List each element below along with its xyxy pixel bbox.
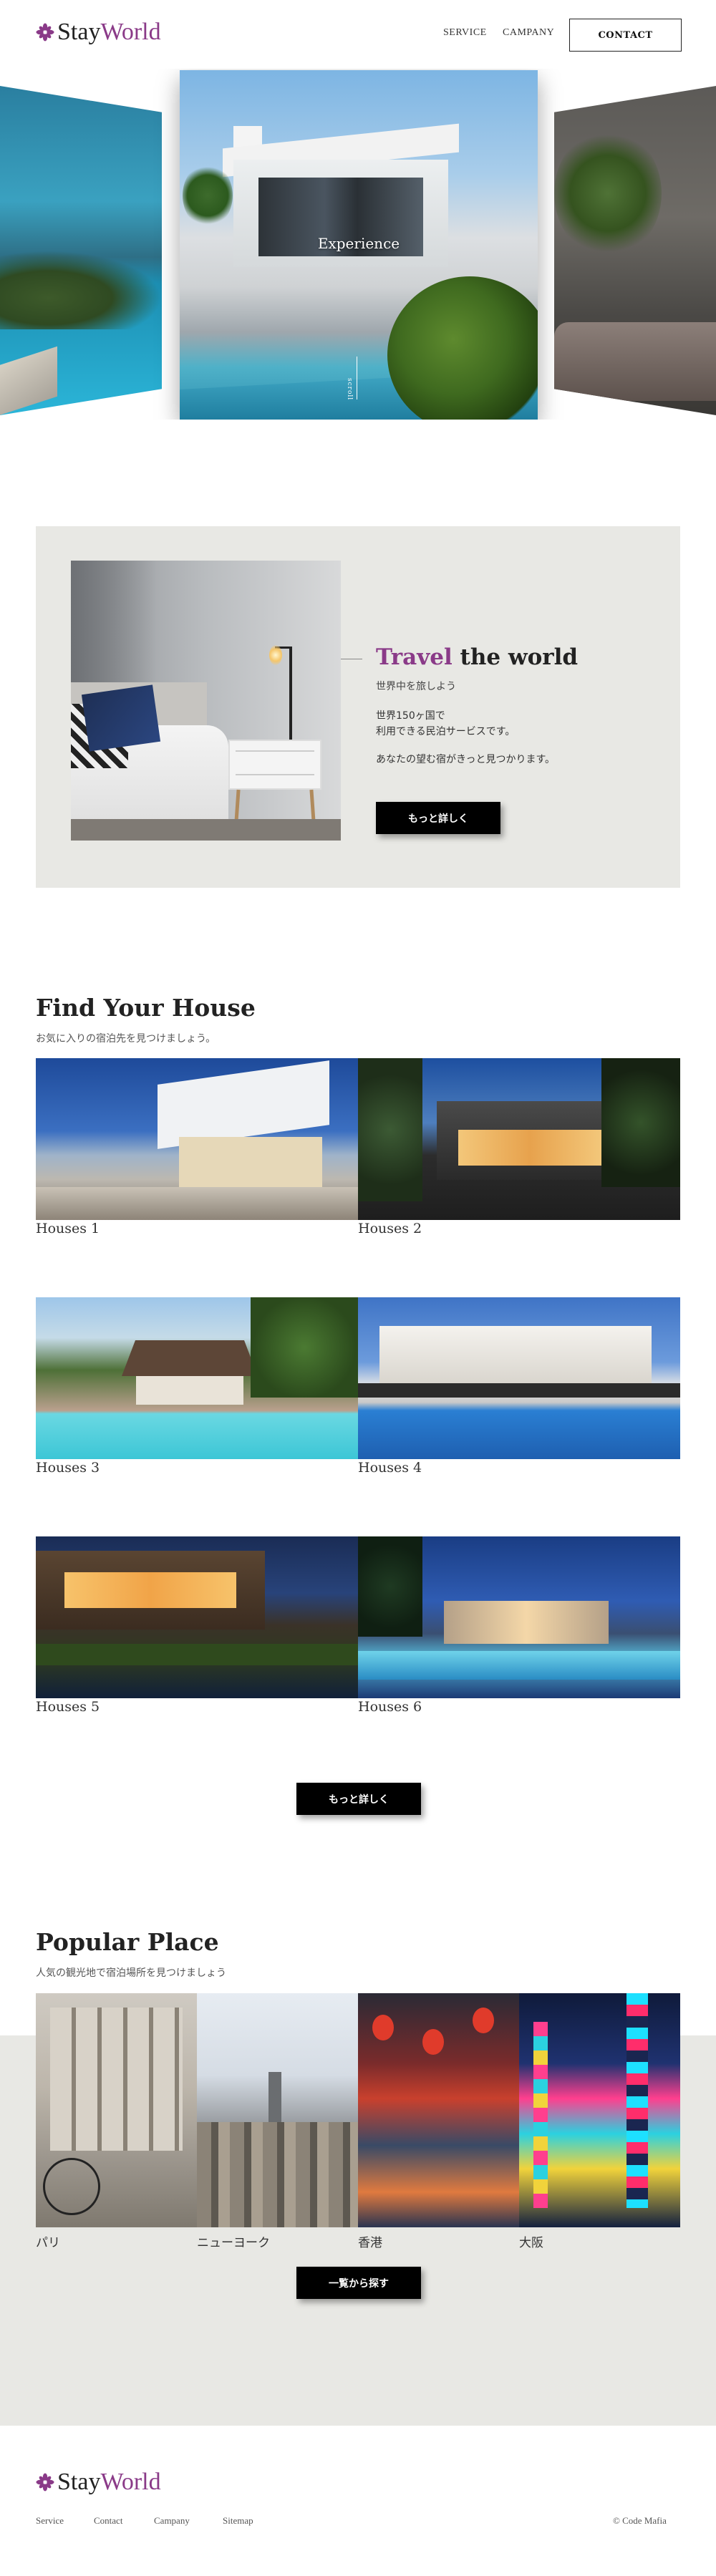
travel-title-accent: Travel xyxy=(376,644,453,670)
house-caption-3: Houses 3 xyxy=(36,1460,100,1476)
place-caption-new-york: ニューヨーク xyxy=(197,2236,270,2250)
houses-subtitle: お気に入りの宿泊先を見つけましょう。 xyxy=(36,1033,216,1045)
bathtub-shape xyxy=(554,322,716,401)
popular-title: Popular Place xyxy=(36,1928,219,1956)
site-header: StayWorld SERVICE CAMPANY CONTACT xyxy=(0,0,716,72)
building-facade xyxy=(50,2008,183,2151)
travel-subtitle: 世界中を旅しよう xyxy=(376,681,456,692)
slide-bathroom[interactable] xyxy=(554,86,716,415)
deck-shape xyxy=(0,346,57,415)
house-caption-6: Houses 6 xyxy=(358,1699,422,1715)
island-shape xyxy=(0,251,162,329)
lawn xyxy=(36,1644,358,1665)
nightstand-drawer xyxy=(236,750,314,775)
house-image-4[interactable] xyxy=(358,1297,680,1459)
house-lights xyxy=(458,1130,601,1166)
houses-title: Find Your House xyxy=(36,994,256,1022)
place-caption-paris: パリ xyxy=(36,2236,60,2250)
footer-logo-part1: Stay xyxy=(57,2469,101,2495)
travel-title-rest: the world xyxy=(452,644,579,670)
footer-link-campany[interactable]: Campany xyxy=(154,2515,190,2527)
neon-sign xyxy=(533,2022,548,2208)
lounge-row xyxy=(358,1383,680,1398)
nav-company[interactable]: CAMPANY xyxy=(503,27,554,39)
lamp-pole xyxy=(289,647,292,740)
footer-logo-text: StayWorld xyxy=(57,2469,161,2496)
lantern xyxy=(473,2008,494,2033)
footer-logo-part2: World xyxy=(100,2469,161,2495)
house-shape xyxy=(158,1060,329,1149)
house-lights xyxy=(64,1572,236,1608)
lantern xyxy=(372,2015,394,2040)
flower-logo-icon xyxy=(36,2473,54,2492)
leaves-shape xyxy=(554,129,662,258)
logo-text-part1: Stay xyxy=(57,19,101,45)
flower-logo-icon xyxy=(36,23,54,42)
nightstand-leg xyxy=(234,789,241,823)
contact-button[interactable]: CONTACT xyxy=(569,19,682,52)
place-image-hong-kong[interactable] xyxy=(358,1993,519,2227)
place-image-osaka[interactable] xyxy=(519,1993,680,2227)
driveway xyxy=(36,1187,358,1220)
house-caption-1: Houses 1 xyxy=(36,1221,100,1236)
palm-shape xyxy=(358,1536,422,1637)
nav-service[interactable]: SERVICE xyxy=(443,27,487,39)
popular-subtitle: 人気の観光地で宿泊場所を見つけましょう xyxy=(36,1967,226,1979)
nightstand-leg xyxy=(309,789,316,823)
footer-link-service[interactable]: Service xyxy=(36,2515,64,2527)
copyright: © Code Mafia xyxy=(613,2515,667,2526)
tree-shape xyxy=(358,1058,422,1201)
resort-shape xyxy=(444,1601,609,1644)
slide-scroll-text: scroll xyxy=(346,378,353,401)
place-image-new-york[interactable] xyxy=(197,1993,358,2227)
plant xyxy=(387,276,538,420)
palm-tree xyxy=(183,163,233,228)
footer-link-contact[interactable]: Contact xyxy=(94,2515,122,2527)
footer-logo[interactable]: StayWorld xyxy=(36,2469,161,2496)
travel-title: Travel the world xyxy=(376,644,578,670)
city-blocks xyxy=(197,2122,358,2227)
logo-text: StayWorld xyxy=(57,19,161,46)
house-caption-4: Houses 4 xyxy=(358,1460,422,1476)
lamp-bulb xyxy=(269,645,282,665)
slide-pool-sea[interactable] xyxy=(0,86,162,415)
hotel-shape xyxy=(379,1326,652,1390)
cabana-body xyxy=(136,1376,243,1405)
place-image-paris[interactable] xyxy=(36,1993,197,2227)
house-image-3[interactable] xyxy=(36,1297,358,1459)
pool xyxy=(358,1651,680,1680)
travel-desc-line3: あなたの望む宿がきっと見つかります。 xyxy=(376,754,556,765)
house-image-2[interactable] xyxy=(358,1058,680,1220)
house-image-5[interactable] xyxy=(36,1536,358,1698)
house-caption-5: Houses 5 xyxy=(36,1699,100,1715)
house-caption-2: Houses 2 xyxy=(358,1221,422,1236)
cabana-roof xyxy=(122,1340,258,1376)
slide-label: Experience xyxy=(317,235,400,252)
travel-more-button[interactable]: もっと詳しく xyxy=(376,802,500,834)
place-caption-hong-kong: 香港 xyxy=(358,2236,382,2250)
bicycle-wheel xyxy=(43,2158,100,2215)
logo-text-part2: World xyxy=(100,19,161,45)
travel-desc-line1: 世界150ヶ国で xyxy=(376,710,445,722)
bedroom-image xyxy=(71,561,341,841)
houses-more-button[interactable]: もっと詳しく xyxy=(296,1783,421,1815)
pillow-blue xyxy=(81,684,161,752)
slide-villa[interactable]: Experience scroll xyxy=(180,70,538,420)
logo[interactable]: StayWorld xyxy=(36,19,161,46)
lantern xyxy=(422,2029,444,2055)
floor xyxy=(71,819,341,841)
house-image-6[interactable] xyxy=(358,1536,680,1698)
trees xyxy=(251,1297,358,1398)
popular-search-button[interactable]: 一覧から探す xyxy=(296,2267,421,2299)
tree-shape xyxy=(601,1058,680,1187)
footer-link-sitemap[interactable]: Sitemap xyxy=(223,2515,253,2527)
neon-sign xyxy=(626,1993,648,2208)
house-lights xyxy=(179,1137,322,1187)
travel-desc-line2: 利用できる民泊サービスです。 xyxy=(376,726,516,737)
hero-carousel: Experience scroll xyxy=(0,69,716,420)
place-caption-osaka: 大阪 xyxy=(519,2236,543,2250)
house-image-1[interactable] xyxy=(36,1058,358,1220)
